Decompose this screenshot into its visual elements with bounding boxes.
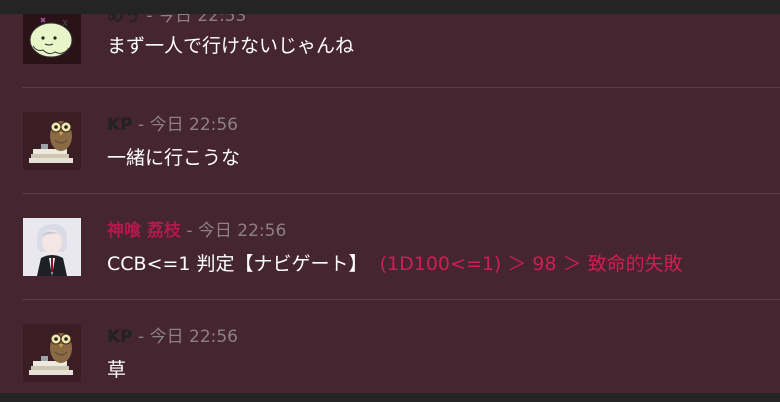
message-header: 神喰 荔枝 - 今日 22:56 [107, 221, 286, 241]
separator: - [180, 221, 198, 241]
message-item: KP - 今日 22:56 一緒に行こうな [0, 88, 780, 194]
timestamp[interactable]: 今日 22:56 [150, 327, 238, 347]
chat-log[interactable]: めぅ - 今日 22:53 まず一人で行けないじゃんね KP - 今日 22:5… [0, 14, 780, 393]
author-name[interactable]: KP [107, 115, 133, 135]
bottom-bar [0, 393, 780, 402]
message-text: 草 [107, 359, 127, 381]
owl-icon [23, 112, 81, 170]
separator: - [141, 14, 158, 26]
message-header: KP - 今日 22:56 [107, 327, 238, 347]
separator: - [132, 115, 150, 135]
timestamp[interactable]: 今日 22:53 [158, 14, 246, 26]
author-name[interactable]: 神喰 荔枝 [107, 221, 181, 241]
timestamp[interactable]: 今日 22:56 [198, 221, 286, 241]
avatar[interactable] [23, 218, 81, 276]
message-header: めぅ - 今日 22:53 [107, 14, 246, 26]
author-name[interactable]: KP [107, 327, 133, 347]
message-text: 一緒に行こうな [107, 147, 241, 169]
avatar[interactable] [23, 112, 81, 170]
timestamp[interactable]: 今日 22:56 [150, 115, 238, 135]
separator: - [132, 327, 150, 347]
character-portrait [23, 218, 81, 276]
message-text: CCB<=1 判定【ナビゲート】 (1D100<=1) ＞ 98 ＞ 致命的失敗 [107, 252, 683, 276]
command-text: CCB<=1 判定【ナビゲート】 [107, 253, 368, 275]
dice-result: (1D100<=1) ＞ 98 ＞ 致命的失敗 [379, 253, 683, 275]
message-item: 神喰 荔枝 - 今日 22:56 CCB<=1 判定【ナビゲート】 (1D100… [0, 194, 780, 300]
message-header: KP - 今日 22:56 [107, 115, 238, 135]
top-bar [0, 0, 780, 14]
message-item: KP - 今日 22:56 草 [0, 300, 780, 393]
avatar[interactable] [23, 324, 81, 382]
avatar[interactable] [23, 14, 81, 64]
message-item: めぅ - 今日 22:53 まず一人で行けないじゃんね [0, 14, 780, 88]
owl-icon [23, 324, 81, 382]
message-text: まず一人で行けないじゃんね [107, 35, 355, 57]
ghost-icon [23, 14, 81, 64]
author-name[interactable]: めぅ [107, 14, 141, 26]
